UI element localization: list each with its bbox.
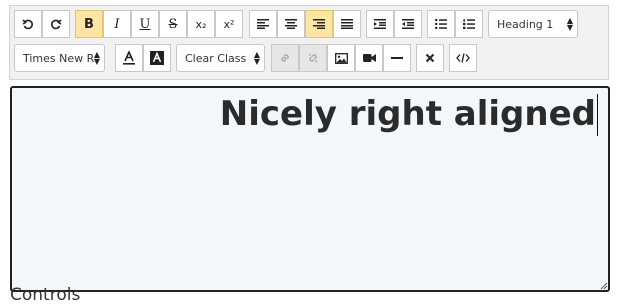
- subscript-button[interactable]: x₂: [187, 10, 215, 38]
- undo-button[interactable]: [14, 10, 42, 38]
- align-right-button[interactable]: [305, 10, 333, 38]
- background-color-icon: [150, 51, 164, 65]
- outdent-button[interactable]: [394, 10, 422, 38]
- resize-handle-icon[interactable]: [599, 281, 608, 290]
- block-format-value: Heading 1: [497, 17, 554, 31]
- bullet-list-button[interactable]: [427, 10, 455, 38]
- numbered-list-icon: [463, 19, 475, 29]
- class-select-value: Clear Class: [185, 51, 247, 65]
- controls-heading: Controls: [10, 285, 81, 305]
- class-select[interactable]: Clear Class ▲ ▼: [176, 44, 265, 72]
- indent-icon: [374, 19, 386, 29]
- editor-heading-text: Nicely right aligned: [219, 94, 596, 134]
- link-icon: [279, 52, 291, 64]
- align-left-icon: [257, 19, 269, 29]
- bold-button[interactable]: B: [75, 10, 103, 38]
- underline-button[interactable]: U: [131, 10, 159, 38]
- redo-icon: [50, 18, 62, 30]
- image-icon: [334, 52, 348, 64]
- redo-button[interactable]: [42, 10, 70, 38]
- text-color-button[interactable]: [115, 44, 143, 72]
- align-center-icon: [285, 19, 297, 29]
- align-right-icon: [313, 19, 325, 29]
- unlink-icon: [307, 52, 319, 64]
- unlink-button[interactable]: [299, 44, 327, 72]
- outdent-icon: [402, 19, 414, 29]
- numbered-list-button[interactable]: [455, 10, 483, 38]
- link-button[interactable]: [271, 44, 299, 72]
- indent-button[interactable]: [366, 10, 394, 38]
- font-family-select[interactable]: Times New R ▲ ▼: [14, 44, 105, 72]
- insert-image-button[interactable]: [327, 44, 355, 72]
- select-arrows-icon: ▲ ▼: [253, 50, 260, 66]
- clear-formatting-button[interactable]: [416, 44, 444, 72]
- text-color-icon: [122, 51, 136, 65]
- text-caret: [597, 94, 598, 136]
- italic-button[interactable]: I: [103, 10, 131, 38]
- superscript-button[interactable]: x²: [215, 10, 243, 38]
- background-color-button[interactable]: [143, 44, 171, 72]
- bullet-list-icon: [435, 19, 447, 29]
- video-icon: [362, 53, 376, 63]
- align-justify-button[interactable]: [333, 10, 361, 38]
- editor-content-area[interactable]: Nicely right aligned: [10, 86, 610, 292]
- select-arrows-icon: ▲ ▼: [93, 50, 100, 66]
- insert-video-button[interactable]: [355, 44, 383, 72]
- close-icon: [425, 53, 435, 63]
- strikethrough-button[interactable]: S: [159, 10, 187, 38]
- align-center-button[interactable]: [277, 10, 305, 38]
- align-justify-icon: [341, 19, 353, 29]
- font-family-value: Times New R: [23, 51, 95, 65]
- undo-icon: [22, 18, 34, 30]
- editor-toolbar: B I U S x₂ x² Heading 1 ▲ ▼ Times New R …: [9, 5, 609, 80]
- code-icon: [456, 53, 470, 63]
- horizontal-rule-icon: [391, 56, 403, 60]
- select-arrows-icon: ▲ ▼: [566, 16, 573, 32]
- align-left-button[interactable]: [249, 10, 277, 38]
- horizontal-rule-button[interactable]: [383, 44, 411, 72]
- block-format-select[interactable]: Heading 1 ▲ ▼: [488, 10, 578, 38]
- source-code-button[interactable]: [449, 44, 477, 72]
